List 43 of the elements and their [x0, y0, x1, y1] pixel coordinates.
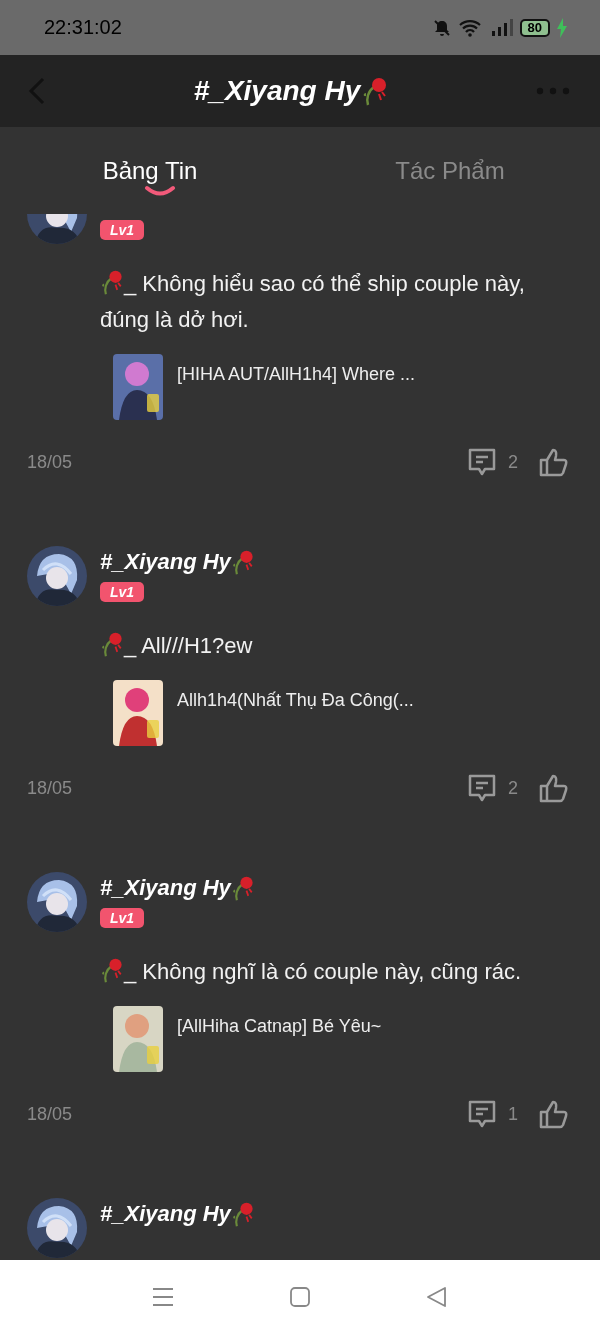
tab-indicator [144, 185, 176, 197]
comment-icon[interactable] [466, 1098, 498, 1130]
rose-icon [230, 874, 255, 902]
level-badge: Lv1 [100, 908, 145, 928]
charging-bolt-icon [556, 17, 568, 38]
comment-count: 1 [508, 1103, 518, 1125]
book-title[interactable]: Allh1h4(Nhất Thụ Đa Công(... [177, 680, 414, 711]
muted-bell-icon [431, 17, 452, 38]
thumbs-up-icon[interactable] [538, 446, 570, 478]
book-title[interactable]: [AllHiha Catnap] Bé Yêu~ [177, 1006, 382, 1037]
post-text: _ All///H1?ew [100, 628, 570, 664]
author-name[interactable]: #_Xiyang Hy [100, 549, 231, 575]
author-name[interactable]: #_Xiyang Hy [100, 1201, 231, 1227]
post-date: 18/05 [27, 777, 73, 799]
signal-icon [489, 17, 514, 38]
author-name[interactable]: #_Xiyang Hy [100, 875, 231, 901]
book-title[interactable]: [HIHA AUT/AllH1h4] Where ... [177, 354, 416, 385]
rose-icon [230, 548, 255, 576]
comment-count: 2 [508, 451, 518, 473]
home-icon[interactable] [289, 1285, 311, 1308]
rose-icon [362, 75, 389, 107]
rose-icon [100, 956, 124, 984]
thumbs-up-icon[interactable] [538, 772, 570, 804]
status-time: 22:31:02 [44, 16, 122, 39]
battery-level: 80 [519, 18, 550, 37]
level-badge: Lv1 [100, 582, 145, 602]
post-text: _ Không nghĩ là có couple này, cũng rác. [100, 954, 570, 990]
tab[interactable]: Bảng Tin [0, 127, 300, 214]
rose-icon [100, 630, 124, 658]
level-badge: Lv1 [100, 220, 145, 240]
comment-icon[interactable] [466, 446, 498, 478]
post-date: 18/05 [27, 451, 73, 473]
rose-icon [230, 1200, 255, 1228]
tab[interactable]: Tác Phẩm [300, 127, 600, 214]
back-nav-icon[interactable] [426, 1285, 448, 1308]
comment-count: 2 [508, 777, 518, 799]
post-date: 18/05 [27, 1103, 73, 1125]
comment-icon[interactable] [466, 772, 498, 804]
rose-icon [100, 268, 124, 296]
thumbs-up-icon[interactable] [538, 1098, 570, 1130]
menu-icon[interactable] [152, 1286, 174, 1307]
post-text: _ Không hiểu sao có thể ship couple này, đúng là dở hơi. [100, 266, 570, 338]
profile-title: #_Xiyang Hy [193, 75, 361, 107]
